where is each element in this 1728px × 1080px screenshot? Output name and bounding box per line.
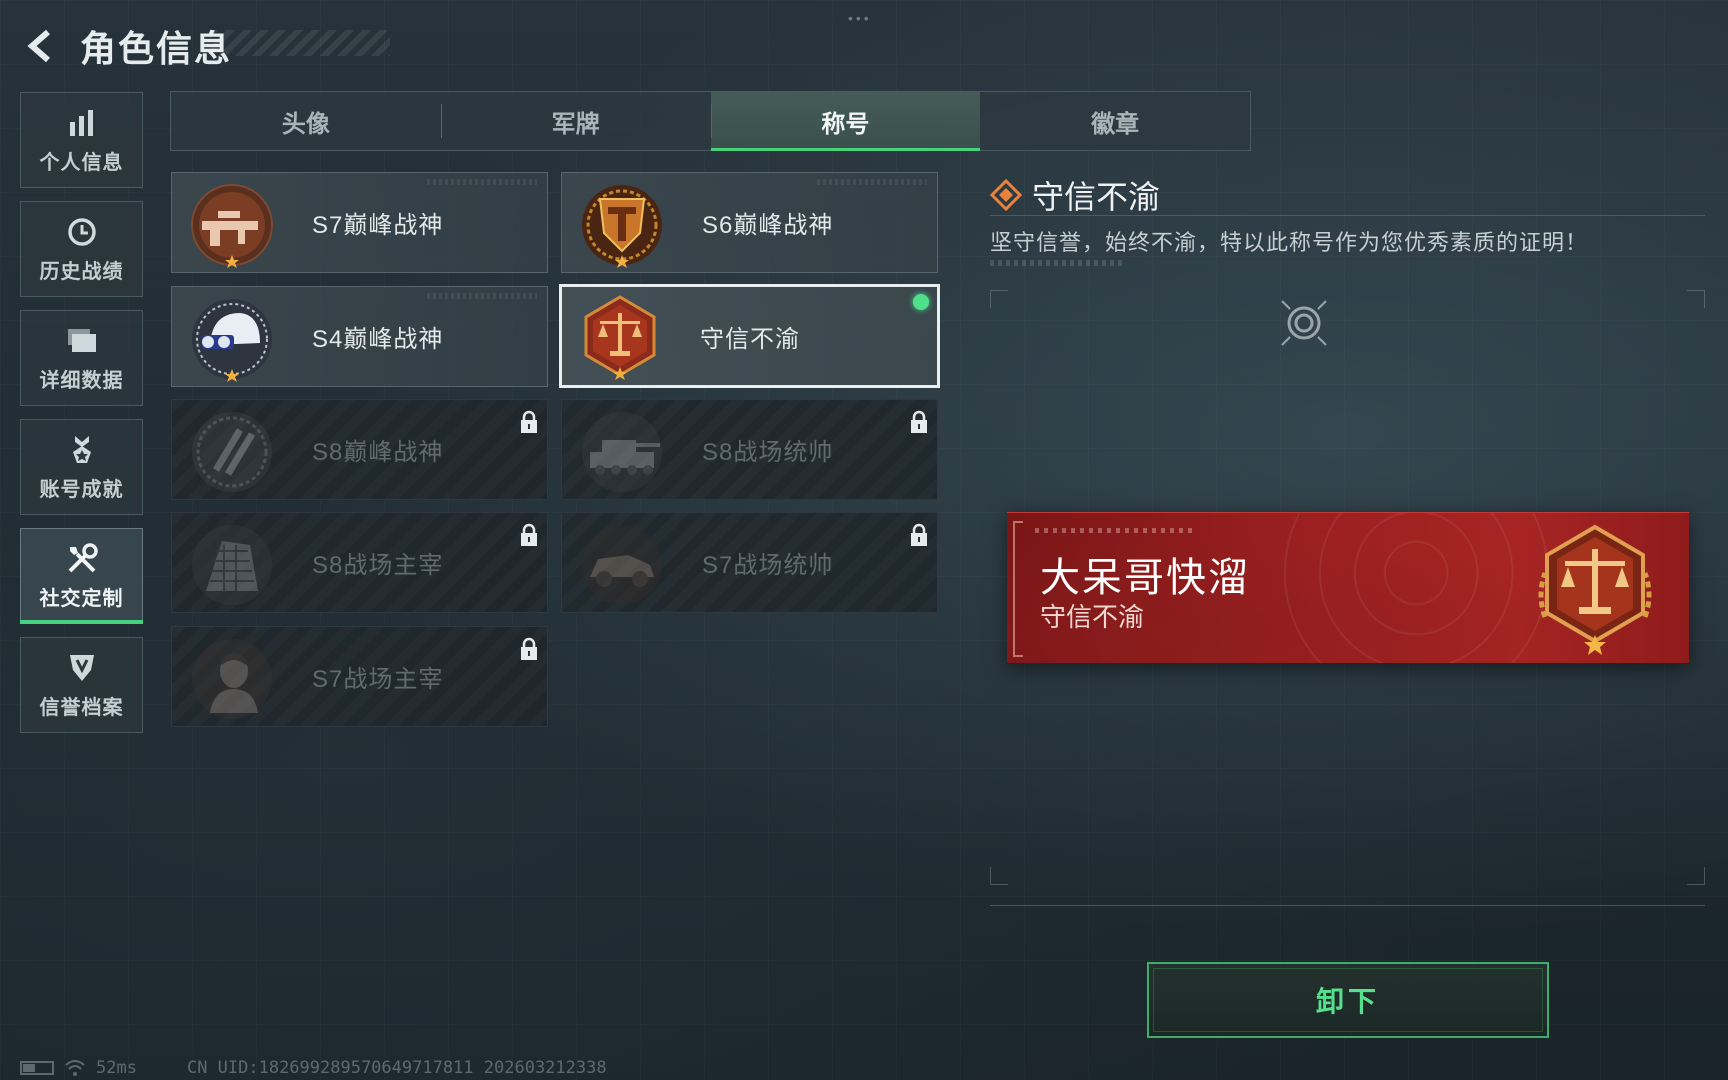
tab-dog-tag[interactable]: 军牌	[440, 92, 711, 150]
unequip-button[interactable]: 卸下	[1147, 962, 1549, 1038]
title-card-locked[interactable]: S8巅峰战神	[171, 399, 548, 500]
card-decoration	[427, 293, 537, 299]
title-card-label: S7战场主宰	[312, 666, 444, 693]
frame-corner	[990, 290, 1008, 308]
back-button[interactable]	[20, 24, 64, 68]
title-card-locked[interactable]: S7战场统帅	[561, 512, 938, 613]
title-card-label: S8战场主宰	[312, 552, 444, 579]
tab-avatar[interactable]: 头像	[171, 92, 441, 150]
title-card-locked[interactable]: S8战场统帅	[561, 399, 938, 500]
wifi-icon	[65, 1060, 85, 1076]
frame-corner	[990, 867, 1008, 885]
top-dots: •••	[848, 10, 872, 26]
title-card-label: S4巅峰战神	[312, 326, 444, 353]
vehicle-emblem-icon	[582, 525, 662, 605]
medal-icon	[65, 433, 99, 467]
sidebar-item-label: 详细数据	[39, 369, 124, 392]
lock-icon	[521, 410, 537, 433]
bar-chart-icon	[65, 106, 99, 140]
player-title: 守信不渝	[1040, 602, 1145, 632]
title-card[interactable]: S4巅峰战神	[171, 286, 548, 387]
sidebar-item-label: 社交定制	[39, 587, 124, 610]
diamond-icon	[990, 179, 1022, 211]
title-card-label: S8战场统帅	[702, 439, 834, 466]
frame-corner	[1687, 290, 1705, 308]
sidebar-item-label: 信誉档案	[39, 696, 124, 719]
lock-icon	[521, 523, 537, 546]
unequip-button-label: 卸下	[1315, 986, 1380, 1017]
divider	[990, 905, 1705, 906]
lock-icon	[521, 637, 537, 660]
sidebar-item-profile[interactable]: 个人信息	[20, 92, 143, 188]
lock-icon	[911, 410, 927, 433]
slash-emblem-icon	[192, 412, 272, 492]
tab-badge[interactable]: 徽章	[980, 92, 1250, 150]
title-card-label: S7巅峰战神	[312, 212, 444, 239]
battery-icon	[20, 1061, 54, 1075]
helmet-emblem-icon	[192, 299, 272, 382]
sidebar-item-achievements[interactable]: 账号成就	[20, 419, 143, 515]
lock-icon	[911, 523, 927, 546]
detail-title: 守信不渝	[1032, 179, 1161, 215]
sidebar-item-label: 账号成就	[39, 478, 124, 501]
camera-focus-icon[interactable]	[1278, 297, 1330, 349]
sidebar-item-label: 个人信息	[39, 151, 124, 174]
frame-corner	[1687, 867, 1705, 885]
title-card[interactable]: S7巅峰战神	[171, 172, 548, 273]
shield-t-emblem-icon	[582, 185, 662, 268]
status-bar: 52ms CN UID:182699289570649717811 202603…	[20, 1058, 607, 1078]
title-card-selected[interactable]: 守信不渝	[559, 284, 940, 388]
tab-title[interactable]: 称号	[710, 92, 981, 151]
sidebar-item-reputation[interactable]: 信誉档案	[20, 637, 143, 733]
uid-readout: CN UID:182699289570649717811 20260321233…	[186, 1058, 607, 1078]
back-arrow-icon	[27, 29, 50, 63]
nameplate-decoration	[1035, 528, 1195, 533]
soldier-emblem-icon	[192, 639, 272, 719]
sidebar-item-history[interactable]: 历史战绩	[20, 201, 143, 297]
card-decoration	[427, 179, 537, 185]
card-decoration	[817, 179, 927, 185]
player-name: 大呆哥快溜	[1040, 556, 1250, 600]
header-decoration	[210, 30, 390, 56]
title-card-label: 守信不渝	[700, 325, 800, 353]
ping-readout: 52ms	[96, 1058, 137, 1078]
detail-header: 守信不渝	[990, 172, 1160, 218]
equipped-indicator	[913, 294, 929, 310]
detail-decoration	[990, 260, 1125, 266]
title-card[interactable]: S6巅峰战神	[561, 172, 938, 273]
tools-icon	[65, 542, 99, 576]
category-tabs: 头像 军牌 称号 徽章	[170, 91, 1251, 151]
rifle-emblem-icon	[191, 184, 273, 268]
nameplate-preview: 大呆哥快溜 守信不渝	[1007, 512, 1689, 664]
nameplate-bracket	[1013, 521, 1023, 657]
detail-description: 坚守信誉，始终不渝，特以此称号作为您优秀素质的证明！	[990, 230, 1589, 255]
tank-emblem-icon	[582, 412, 662, 492]
sidebar-item-details[interactable]: 详细数据	[20, 310, 143, 406]
title-card-label: S7战场统帅	[702, 552, 834, 579]
history-icon	[65, 215, 99, 249]
title-card-label: S6巅峰战神	[702, 212, 834, 239]
title-card-locked[interactable]: S8战场主宰	[171, 512, 548, 613]
sidebar: 个人信息 历史战绩 详细数据 账号成就 社交定制 信誉档案	[20, 92, 143, 746]
page-header: 角色信息	[20, 22, 232, 70]
scales-emblem-icon	[584, 295, 656, 380]
title-card-label: S8巅峰战神	[312, 439, 444, 466]
scales-emblem-icon	[1538, 524, 1652, 655]
sidebar-item-social-custom[interactable]: 社交定制	[20, 528, 143, 624]
folder-icon	[65, 324, 99, 358]
sidebar-item-label: 历史战绩	[39, 260, 124, 283]
title-card-locked[interactable]: S7战场主宰	[171, 626, 548, 727]
building-emblem-icon	[192, 525, 272, 605]
divider	[990, 215, 1705, 216]
shield-icon	[65, 651, 99, 685]
